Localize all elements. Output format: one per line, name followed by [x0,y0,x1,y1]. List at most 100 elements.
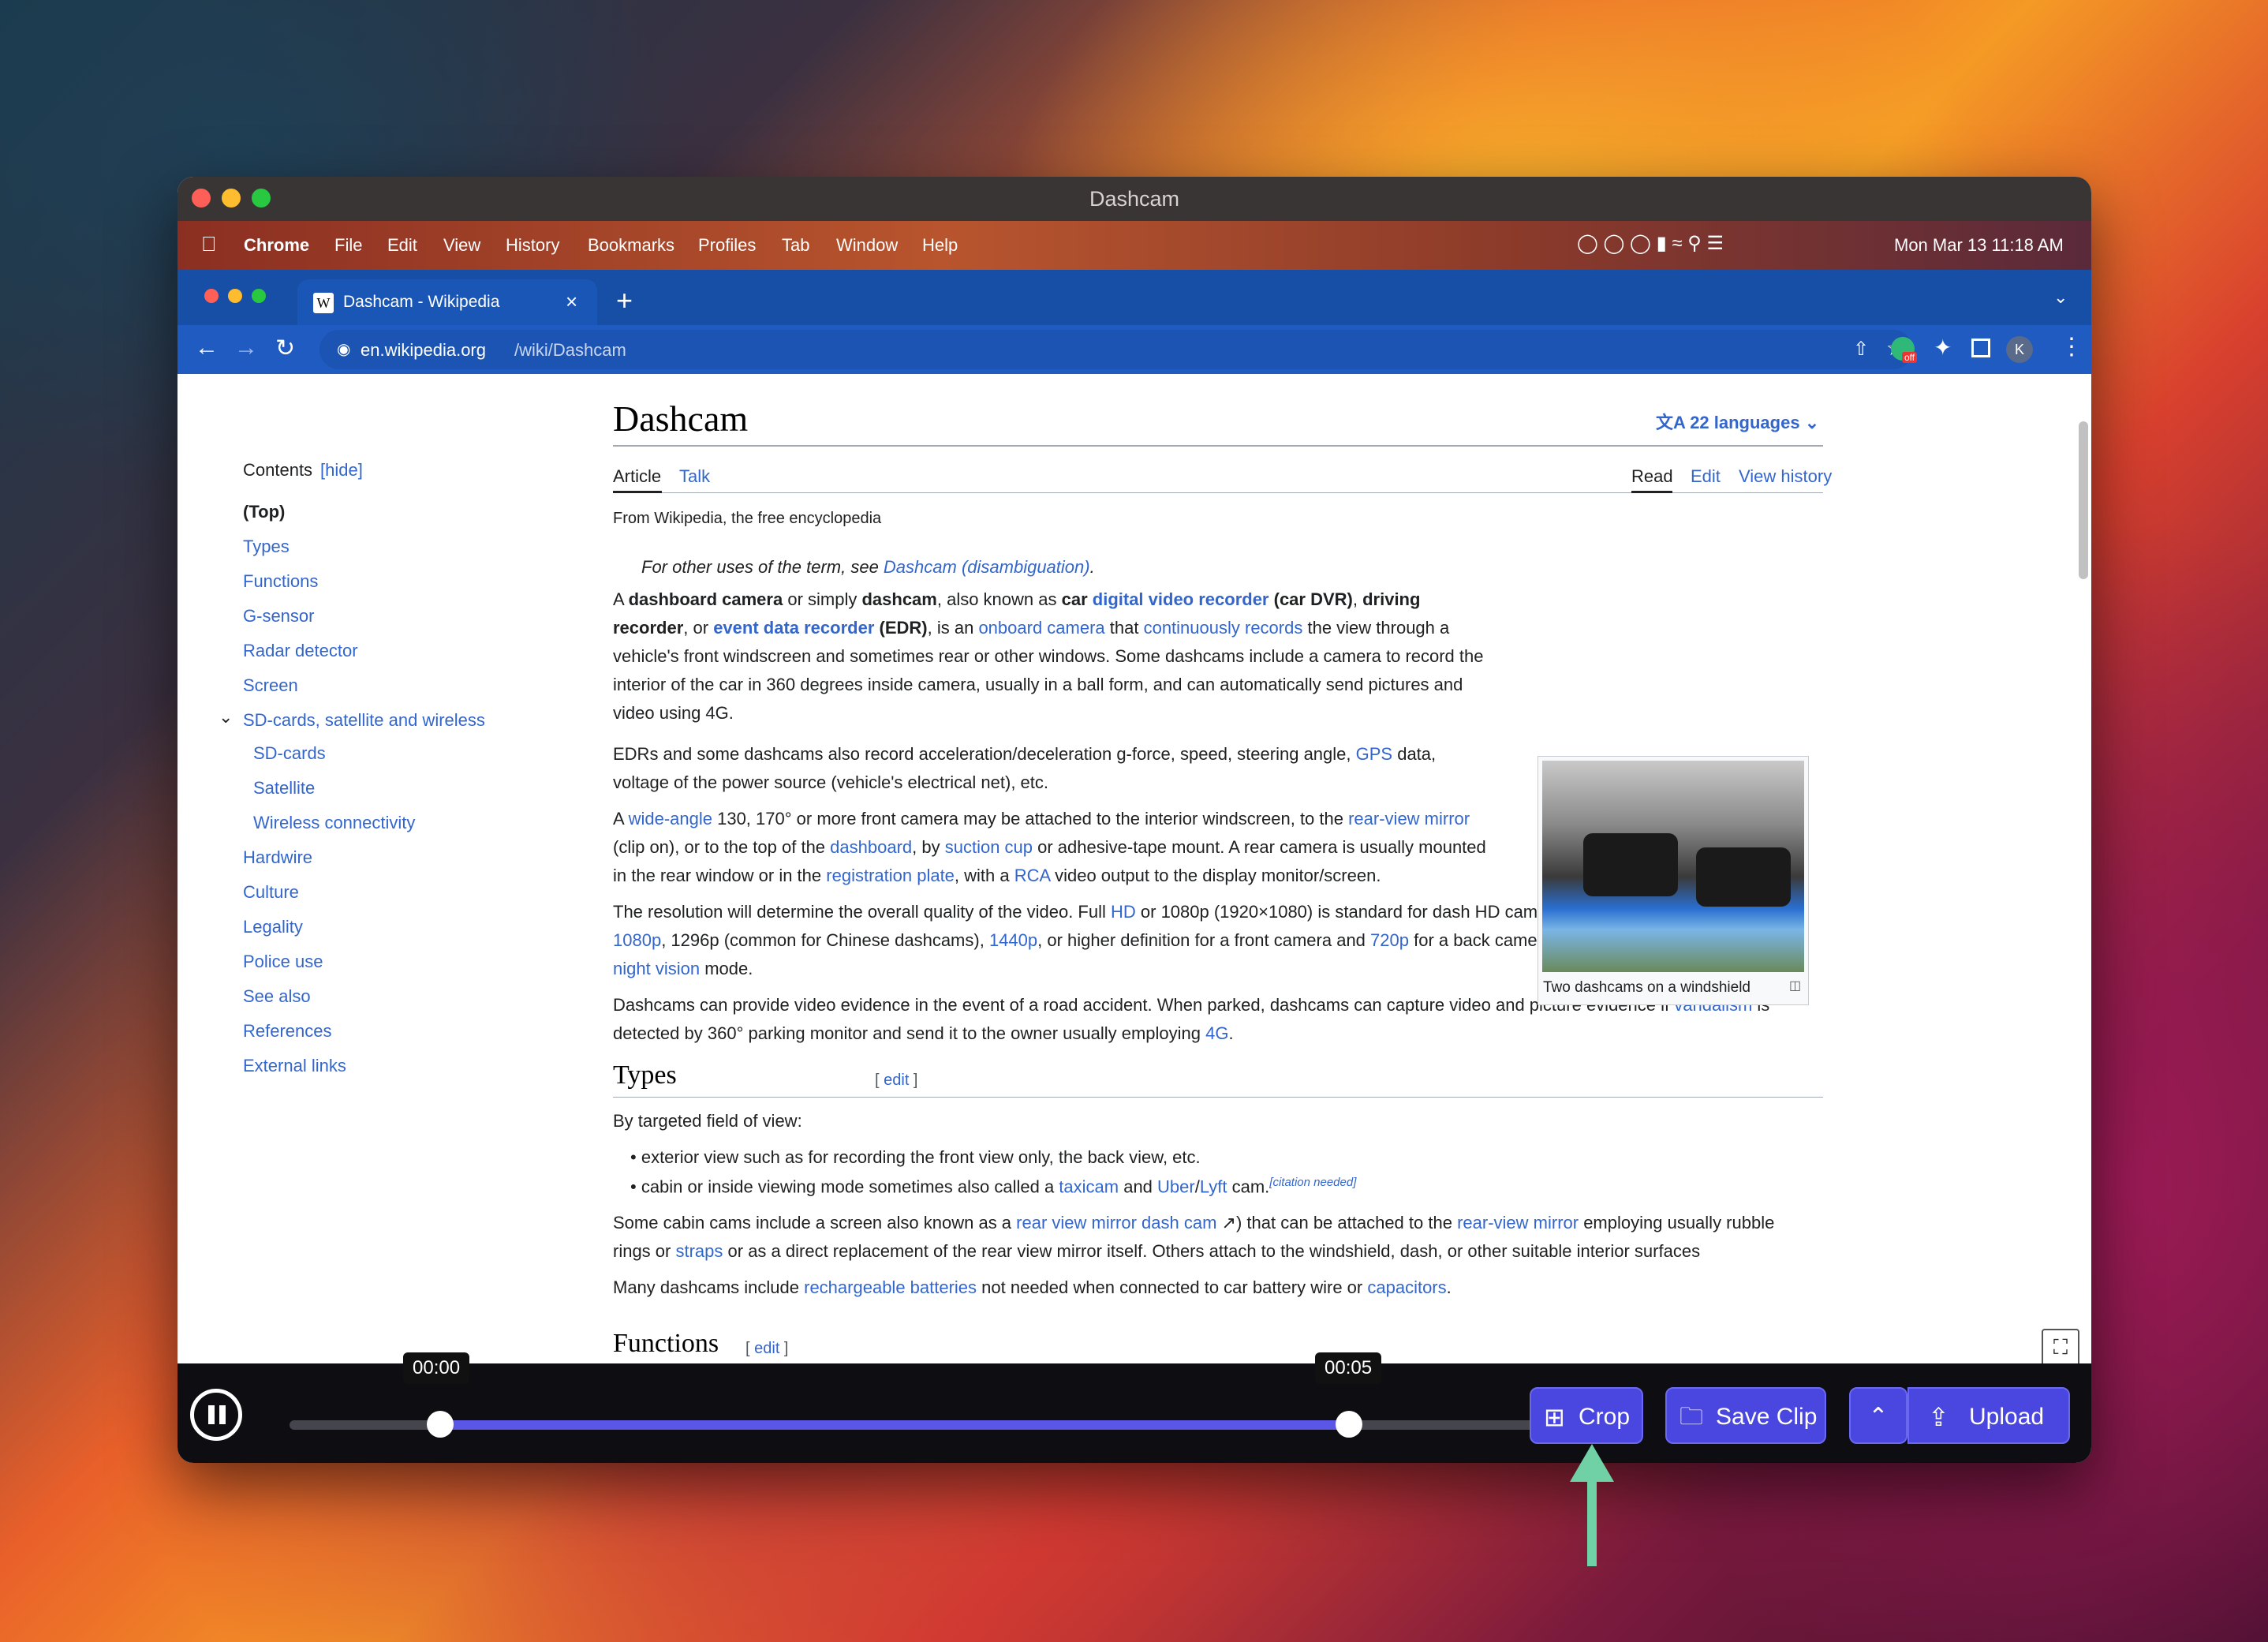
toc-item[interactable]: Hardwire [243,847,312,868]
resolution-paragraph: The resolution will determine the overal… [613,902,1788,978]
timeline-selection[interactable] [439,1420,1348,1430]
window-titlebar: Dashcam [177,177,2091,221]
lock-icon[interactable]: ◉ [337,339,350,359]
bullet-text: exterior view such as for recording the … [641,1147,1201,1167]
apple-icon[interactable]:  [201,232,217,256]
edit-link-label[interactable]: edit [884,1072,909,1089]
toc-item[interactable]: Legality [243,917,303,937]
close-window-button[interactable] [192,189,211,208]
start-time-label: 00:00 [403,1352,470,1384]
list-item: • exterior view such as for recording th… [630,1147,1201,1167]
toc-item[interactable]: (Top) [243,502,285,522]
chrome-zoom-dot[interactable] [252,289,266,303]
dashcam-photo[interactable] [1542,761,1804,972]
toc-item[interactable]: SD-cards, satellite and wireless [243,710,485,731]
menubar-clock[interactable]: Mon Mar 13 11:18 AM [1894,235,2064,256]
tab-read[interactable]: Read [1631,466,1673,487]
upload-button[interactable]: ⇪ Upload [1907,1387,2070,1444]
toc-subitem[interactable]: Satellite [253,778,315,799]
wikipedia-favicon-icon: W [313,293,334,313]
menu-edit[interactable]: Edit [387,235,417,256]
back-icon[interactable]: ← [195,335,219,361]
edr-paragraph: EDRs and some dashcams also record accel… [613,744,1437,792]
arrow-pointer-icon [1570,1444,1614,1566]
pause-icon [208,1405,215,1424]
toc-subitem[interactable]: SD-cards [253,743,326,764]
citation-needed[interactable]: [citation needed] [1269,1176,1356,1189]
chrome-close-dot[interactable] [204,289,219,303]
toc-item[interactable]: Radar detector [243,641,358,661]
tab-talk[interactable]: Talk [679,466,710,487]
hatnote-link[interactable]: Dashcam (disambiguation) [884,557,1090,577]
expand-options-button[interactable]: ⌃ [1849,1387,1907,1444]
toc-header: Contents [243,460,313,480]
browser-window: Dashcam  Chrome File Edit View History … [177,177,2091,1463]
folder-icon: 🗀 [1680,1404,1703,1430]
list-item: • cabin or inside viewing mode sometimes… [630,1176,1357,1197]
forward-icon[interactable]: → [234,335,258,361]
upload-label: Upload [1969,1404,2045,1430]
save-clip-button[interactable]: 🗀 Save Clip [1665,1387,1826,1444]
chrome-minimize-dot[interactable] [228,289,242,303]
toc-item[interactable]: See also [243,986,311,1007]
crop-icon: ⊞ [1544,1403,1565,1431]
tab-close-icon[interactable]: × [566,290,577,314]
toc-item[interactable]: Types [243,537,290,557]
tab-search-chevron-icon[interactable]: ⌄ [2053,287,2068,308]
new-tab-icon[interactable]: + [616,284,633,317]
side-panel-icon[interactable] [1971,338,1990,357]
trim-start-handle[interactable] [427,1411,454,1438]
active-tab-indicator [1631,491,1672,493]
browser-tab[interactable]: W Dashcam - Wikipedia × [297,279,597,325]
toc-item[interactable]: References [243,1021,332,1042]
enlarge-icon[interactable]: ◫ [1789,978,1801,993]
toc-item[interactable]: G-sensor [243,606,314,627]
reload-icon[interactable]: ↻ [275,335,295,362]
section-heading-functions: Functions [613,1329,719,1358]
types-divider [613,1097,1823,1098]
toc-item[interactable]: Functions [243,571,318,592]
zoom-window-button[interactable] [252,189,271,208]
tab-view-history[interactable]: View history [1739,466,1832,487]
chevron-down-icon[interactable]: ⌄ [219,707,233,727]
toc-subitem[interactable]: Wireless connectivity [253,813,415,833]
hatnote-suffix: . [1089,557,1095,577]
profile-avatar[interactable]: K [2006,336,2033,363]
status-icons[interactable]: ◯ ◯ ◯ ▮ ≈ ⚲ ☰ [1577,232,1724,255]
trim-end-handle[interactable] [1336,1411,1362,1438]
menu-view[interactable]: View [443,235,480,256]
title-divider [613,445,1823,447]
toc-item[interactable]: Screen [243,675,298,696]
menu-window[interactable]: Window [836,235,898,256]
puzzle-extensions-icon[interactable]: ✦ [1934,335,1952,361]
menu-help[interactable]: Help [922,235,958,256]
menu-profiles[interactable]: Profiles [698,235,756,256]
active-tab-indicator [613,491,662,493]
tab-edit[interactable]: Edit [1691,466,1721,487]
language-selector[interactable]: 文A 22 languages ⌄ [1656,409,1819,434]
toc-item[interactable]: External links [243,1056,346,1076]
tab-article[interactable]: Article [613,466,661,487]
menu-tab[interactable]: Tab [782,235,809,256]
omnibox[interactable]: ◉ en.wikipedia.org /wiki/Dashcam ⇧ ☆ [319,330,1913,369]
menu-bookmarks[interactable]: Bookmarks [588,235,674,256]
page-scrollbar[interactable] [2079,421,2088,579]
toc-item[interactable]: Culture [243,882,299,903]
menu-history[interactable]: History [506,235,559,256]
share-icon[interactable]: ⇧ [1853,338,1869,361]
crop-button[interactable]: ⊞ Crop [1530,1387,1643,1444]
menu-file[interactable]: File [334,235,362,256]
toc-hide-link[interactable]: [hide] [320,460,363,481]
chrome-menu-icon[interactable]: ⋮ [2060,333,2083,361]
minimize-window-button[interactable] [222,189,241,208]
edit-link-label[interactable]: edit [754,1340,779,1357]
toc-item[interactable]: Police use [243,952,323,972]
edit-section-functions[interactable]: [ edit ] [745,1340,789,1358]
tagline: From Wikipedia, the free encyclopedia [613,510,882,527]
pause-button[interactable] [190,1389,242,1441]
fullscreen-icon[interactable]: ⛶ [2042,1329,2079,1367]
languages-label: 22 languages [1690,413,1800,432]
wikipedia-page: Contents [hide] (Top) Types Functions G-… [177,374,2091,1400]
edit-section-types[interactable]: [ edit ] [875,1072,918,1090]
menu-app-name[interactable]: Chrome [244,235,309,256]
